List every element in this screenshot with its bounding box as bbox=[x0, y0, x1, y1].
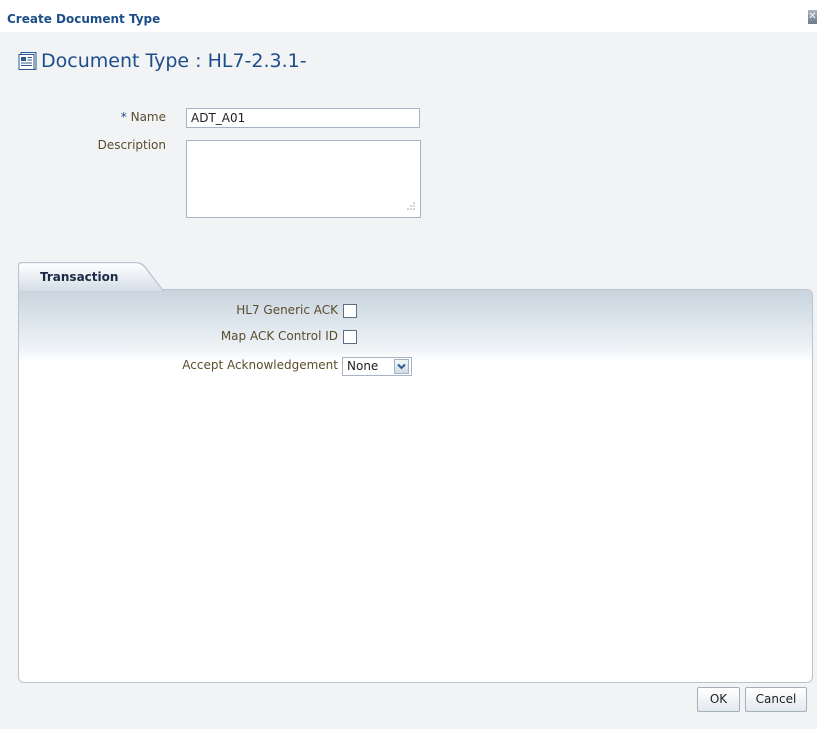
name-label-text: Name bbox=[130, 110, 166, 124]
chevron-down-icon[interactable] bbox=[394, 359, 409, 374]
dialog-title: Create Document Type bbox=[7, 12, 161, 26]
panel-header-band bbox=[19, 290, 812, 362]
footer-bar bbox=[0, 720, 817, 729]
description-label: Description bbox=[97, 138, 166, 152]
generic-ack-checkbox[interactable] bbox=[343, 304, 357, 318]
dialog-titlebar: Create Document Type ✕ bbox=[0, 0, 817, 32]
map-ack-checkbox[interactable] bbox=[343, 330, 357, 344]
description-textarea[interactable] bbox=[186, 140, 421, 218]
close-icon[interactable]: ✕ bbox=[808, 10, 817, 24]
accept-ack-label: Accept Acknowledgement bbox=[182, 358, 338, 372]
name-input[interactable] bbox=[186, 108, 420, 128]
page-header: Document Type : HL7-2.3.1- bbox=[18, 50, 307, 72]
required-marker: * bbox=[120, 110, 127, 124]
resize-grip-icon[interactable] bbox=[404, 200, 416, 212]
tab-transaction-label: Transaction bbox=[40, 270, 119, 284]
cancel-button[interactable]: Cancel bbox=[745, 687, 807, 712]
ok-button[interactable]: OK bbox=[697, 687, 740, 712]
map-ack-label: Map ACK Control ID bbox=[220, 329, 338, 343]
generic-ack-label: HL7 Generic ACK bbox=[236, 303, 338, 317]
document-type-icon bbox=[18, 51, 38, 71]
accept-ack-select[interactable]: None bbox=[342, 357, 412, 376]
accept-ack-selected-value: None bbox=[347, 359, 379, 373]
page-title: Document Type : HL7-2.3.1- bbox=[41, 50, 307, 72]
transaction-panel bbox=[18, 289, 813, 683]
name-label: * Name bbox=[100, 110, 166, 124]
